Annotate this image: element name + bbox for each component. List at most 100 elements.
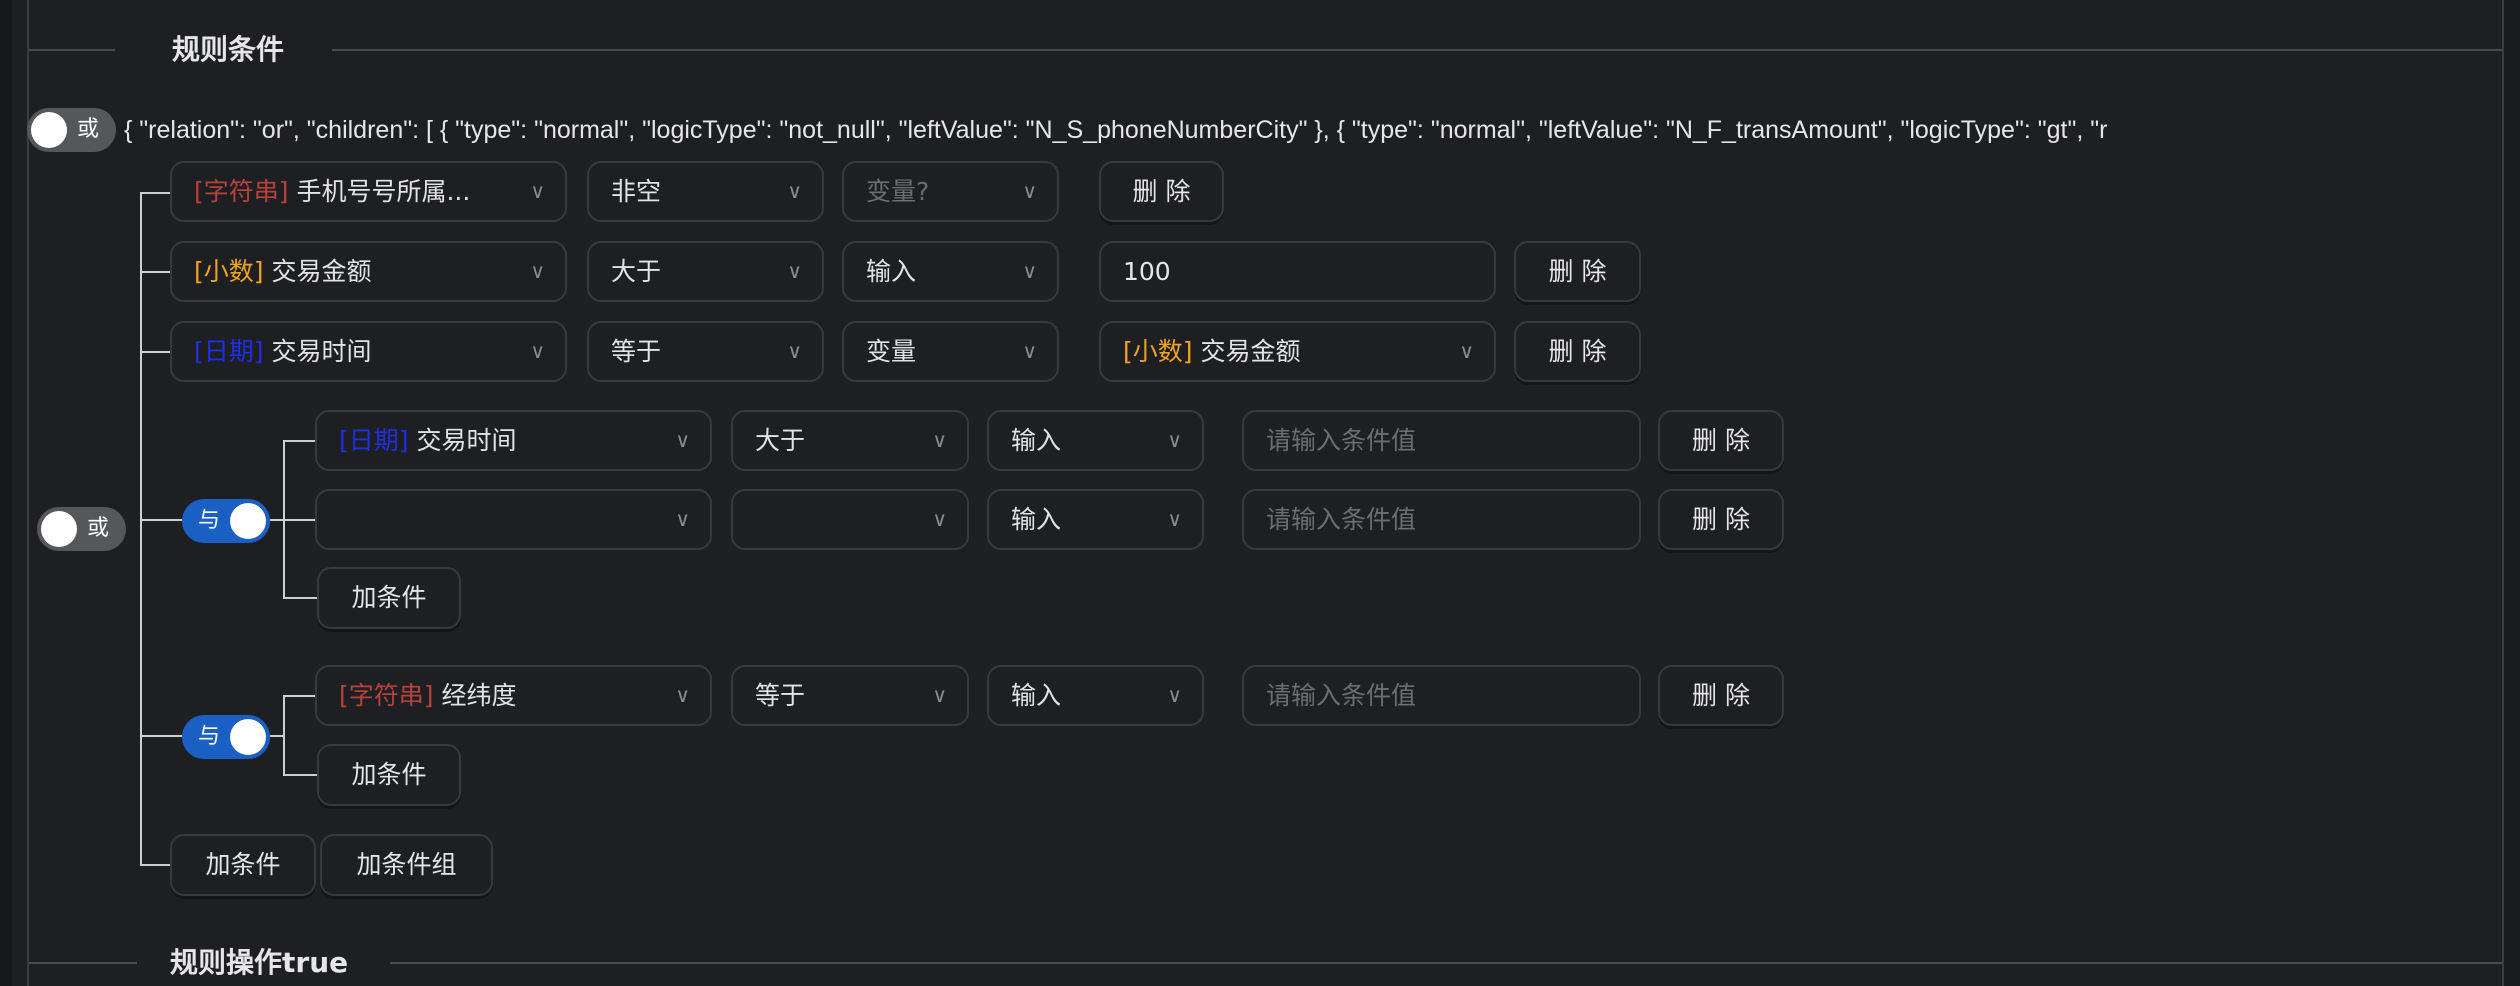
value-type-placeholder: 变量? (866, 177, 930, 206)
value-variable-select[interactable]: [小数] 交易金额 ∨ (1099, 321, 1496, 382)
type-tag: [日期] (194, 337, 264, 366)
json-preview: { "relation": "or", "children": [ { "typ… (124, 116, 2108, 144)
tree-line (270, 519, 315, 521)
field-name: 交易时间 (271, 337, 372, 366)
tree-line (270, 735, 285, 737)
operator-select[interactable]: 等于 ∨ (731, 665, 969, 726)
chevron-down-icon: ∨ (787, 339, 802, 363)
field-select[interactable]: [小数] 交易金额 ∨ (170, 241, 567, 302)
chevron-down-icon: ∨ (932, 683, 947, 707)
panel-left-border (27, 0, 29, 986)
chevron-down-icon: ∨ (932, 428, 947, 452)
divider (29, 49, 115, 51)
operator-select[interactable]: ∨ (731, 489, 969, 550)
tree-line (140, 192, 170, 194)
toggle-label: 与 (198, 724, 221, 749)
field-select[interactable]: [日期] 交易时间 ∨ (315, 410, 712, 471)
divider (332, 49, 2502, 51)
tree-line (283, 774, 317, 776)
delete-button[interactable]: 删 除 (1514, 241, 1641, 302)
group-relation-toggle[interactable]: 与 (182, 715, 270, 759)
left-sidebar-edge (0, 0, 12, 986)
value-type-select[interactable]: 变量 ∨ (842, 321, 1059, 382)
tree-line (140, 864, 170, 866)
value-input[interactable]: 100 (1099, 241, 1496, 302)
chevron-down-icon: ∨ (1167, 683, 1182, 707)
tree-line (140, 271, 170, 273)
chevron-down-icon: ∨ (530, 179, 545, 203)
add-condition-group-button[interactable]: 加条件组 (320, 834, 493, 896)
field-name: 交易时间 (416, 426, 517, 455)
chevron-down-icon: ∨ (1167, 507, 1182, 531)
chevron-down-icon: ∨ (530, 339, 545, 363)
type-tag: [日期] (339, 426, 409, 455)
toggle-label: 或 (87, 516, 110, 541)
type-tag: [小数] (1123, 337, 1193, 366)
value-type-value: 输入 (866, 257, 917, 286)
field-name: 经纬度 (441, 681, 517, 710)
divider (29, 962, 137, 964)
type-tag: [字符串] (339, 681, 434, 710)
delete-button[interactable]: 删 除 (1099, 161, 1224, 222)
operator-value: 大于 (611, 257, 662, 286)
chevron-down-icon: ∨ (1022, 179, 1037, 203)
operator-value: 等于 (755, 681, 806, 710)
divider (390, 962, 2502, 964)
toggle-knob (230, 503, 266, 539)
value-input[interactable]: 请输入条件值 (1242, 410, 1641, 471)
tree-line (283, 440, 315, 442)
toggle-knob (230, 719, 266, 755)
add-condition-button[interactable]: 加条件 (317, 567, 461, 629)
tree-line (283, 597, 317, 599)
tree-line (140, 735, 182, 737)
field-name: 交易金额 (271, 257, 372, 286)
tree-line (140, 351, 170, 353)
add-condition-button[interactable]: 加条件 (170, 834, 316, 896)
field-select[interactable]: ∨ (315, 489, 712, 550)
section-title-actions: 规则操作true (170, 946, 349, 979)
chevron-down-icon: ∨ (1459, 339, 1474, 363)
value-type-select[interactable]: 变量? ∨ (842, 161, 1059, 222)
operator-select[interactable]: 非空 ∨ (587, 161, 824, 222)
operator-value: 大于 (755, 426, 806, 455)
chevron-down-icon: ∨ (530, 259, 545, 283)
toggle-knob (41, 511, 77, 547)
section-title-conditions: 规则条件 (172, 33, 285, 66)
operator-select[interactable]: 大于 ∨ (731, 410, 969, 471)
value-input[interactable]: 请输入条件值 (1242, 489, 1641, 550)
delete-button[interactable]: 删 除 (1658, 410, 1784, 471)
chevron-down-icon: ∨ (787, 179, 802, 203)
field-select[interactable]: [日期] 交易时间 ∨ (170, 321, 567, 382)
value-type-select[interactable]: 输入 ∨ (842, 241, 1059, 302)
toggle-knob (31, 112, 67, 148)
value-type-select[interactable]: 输入 ∨ (987, 665, 1204, 726)
chevron-down-icon: ∨ (675, 428, 690, 452)
type-tag: [字符串] (194, 177, 289, 206)
tree-line (140, 519, 182, 521)
chevron-down-icon: ∨ (675, 507, 690, 531)
tree-relation-toggle[interactable]: 或 (37, 507, 126, 551)
chevron-down-icon: ∨ (1022, 339, 1037, 363)
root-relation-toggle[interactable]: 或 (27, 108, 116, 152)
value-type-value: 输入 (1011, 426, 1062, 455)
value-type-value: 变量 (866, 337, 917, 366)
operator-select[interactable]: 等于 ∨ (587, 321, 824, 382)
delete-button[interactable]: 删 除 (1658, 665, 1784, 726)
group-relation-toggle[interactable]: 与 (182, 499, 270, 543)
value-type-select[interactable]: 输入 ∨ (987, 489, 1204, 550)
field-select[interactable]: [字符串] 手机号号所属... ∨ (170, 161, 567, 222)
variable-name: 交易金额 (1200, 337, 1301, 366)
add-condition-button[interactable]: 加条件 (317, 744, 461, 806)
delete-button[interactable]: 删 除 (1514, 321, 1641, 382)
scrollbar-track[interactable] (2504, 0, 2520, 986)
delete-button[interactable]: 删 除 (1658, 489, 1784, 550)
value-type-select[interactable]: 输入 ∨ (987, 410, 1204, 471)
value-type-value: 输入 (1011, 505, 1062, 534)
field-select[interactable]: [字符串] 经纬度 ∨ (315, 665, 712, 726)
value-input[interactable]: 请输入条件值 (1242, 665, 1641, 726)
tree-line (140, 193, 142, 866)
operator-value: 等于 (611, 337, 662, 366)
operator-value: 非空 (611, 177, 662, 206)
toggle-label: 与 (198, 508, 221, 533)
operator-select[interactable]: 大于 ∨ (587, 241, 824, 302)
